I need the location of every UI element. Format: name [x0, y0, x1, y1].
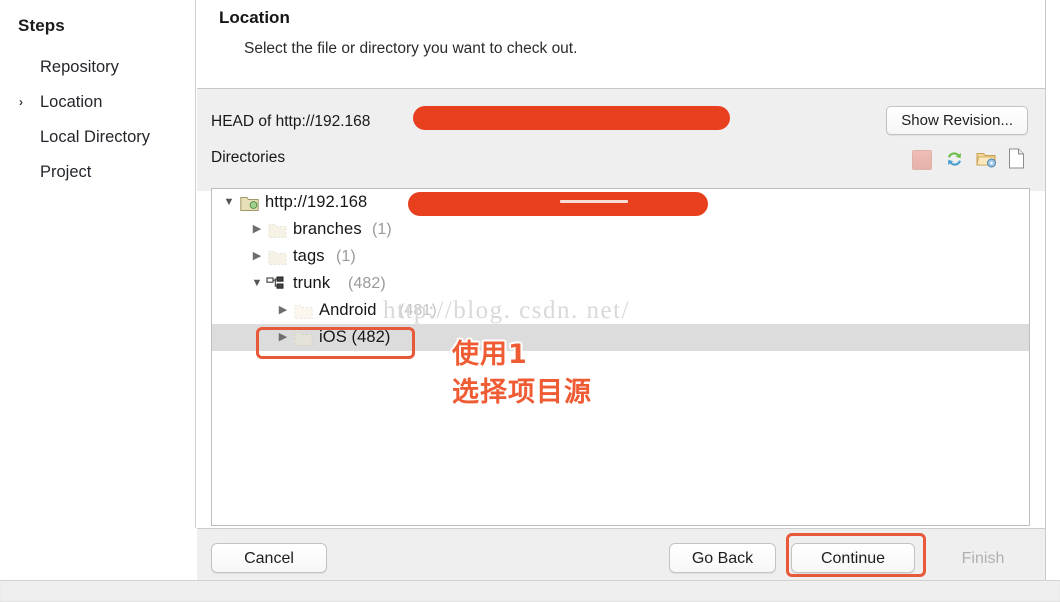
head-url-label: HEAD of http://192.168 — [211, 113, 371, 130]
redaction-bar-head-url — [413, 106, 730, 130]
tree-node-label: iOS (482) — [319, 328, 391, 346]
page-title: Location — [219, 8, 290, 27]
window-right-edge — [1045, 0, 1046, 580]
sidebar-item-local-directory[interactable]: Local Directory — [0, 120, 196, 155]
sidebar-item-location[interactable]: › Location — [0, 85, 196, 120]
tree-node-count: (481) — [399, 302, 437, 319]
sidebar-item-label: Repository — [40, 58, 119, 76]
tree-node-count: (1) — [336, 248, 356, 265]
sidebar-item-repository[interactable]: Repository — [0, 50, 196, 85]
folder-icon — [294, 302, 313, 319]
tree-node-label: Android — [319, 301, 377, 319]
refresh-icon[interactable] — [944, 147, 965, 170]
chevron-right-icon[interactable]: ▶ — [250, 243, 264, 270]
branch-icon — [266, 275, 285, 292]
repository-folder-icon — [240, 194, 259, 211]
steps-sidebar: Steps Repository › Location Local Direct… — [0, 0, 196, 528]
tree-row[interactable]: ▶ branches (1) — [212, 216, 1029, 243]
chevron-right-icon: › — [19, 95, 23, 109]
chevron-right-icon[interactable]: ▶ — [276, 297, 290, 324]
new-file-icon[interactable] — [1008, 147, 1029, 170]
chevron-right-icon[interactable]: ▶ — [276, 324, 290, 351]
chevron-down-icon[interactable]: ▼ — [250, 270, 264, 297]
page-subtitle: Select the file or directory you want to… — [244, 40, 578, 57]
folder-icon — [294, 329, 313, 346]
folder-icon — [268, 221, 287, 238]
tree-node-label: http://192.168 — [265, 193, 368, 211]
tree-row[interactable]: ▶ iOS (482) — [212, 324, 1029, 351]
new-folder-icon[interactable] — [976, 147, 997, 170]
chevron-right-icon[interactable]: ▶ — [250, 216, 264, 243]
tree-row[interactable]: ▼ trunk (482) — [212, 270, 1029, 297]
sidebar-item-label: Local Directory — [40, 128, 151, 146]
sidebar-item-project[interactable]: Project — [0, 155, 196, 190]
location-pane: Location Select the file or directory yo… — [197, 0, 1045, 580]
steps-list: Repository › Location Local Directory Pr… — [0, 50, 196, 190]
tree-node-label: branches — [293, 220, 362, 238]
sidebar-item-label: Location — [40, 93, 103, 111]
wizard-footer: Cancel Go Back Continue Finish — [197, 528, 1045, 580]
directory-tree[interactable]: ▼ http://192.168 ▶ branches (1) ▶ tags (… — [211, 188, 1030, 526]
folder-icon — [268, 248, 287, 265]
chevron-down-icon[interactable]: ▼ — [222, 189, 236, 216]
head-toolbar-area: HEAD of http://192.168 Show Revision... … — [197, 89, 1045, 191]
tree-node-count: (1) — [372, 221, 392, 238]
show-revision-button[interactable]: Show Revision... — [886, 106, 1028, 135]
sidebar-item-label: Project — [40, 163, 92, 181]
directories-label: Directories — [211, 149, 286, 166]
cancel-button[interactable]: Cancel — [211, 543, 327, 573]
continue-button[interactable]: Continue — [791, 543, 915, 573]
tree-row[interactable]: ▶ Android (481) — [212, 297, 1029, 324]
finish-button: Finish — [933, 543, 1033, 573]
tree-row[interactable]: ▶ tags (1) — [212, 243, 1029, 270]
tree-row[interactable]: ▼ http://192.168 — [212, 189, 1029, 216]
delete-icon[interactable] — [912, 147, 933, 170]
tree-node-label: trunk — [293, 274, 331, 292]
steps-title: Steps — [18, 16, 65, 35]
go-back-button[interactable]: Go Back — [669, 543, 776, 573]
tree-node-label: tags — [293, 247, 325, 265]
checkout-wizard-window: Steps Repository › Location Local Direct… — [0, 0, 1060, 602]
tree-node-count: (482) — [348, 275, 386, 292]
redaction-bar-root-url — [408, 192, 708, 216]
window-bottom-strip — [0, 580, 1060, 602]
directories-toolbar — [912, 147, 1029, 170]
